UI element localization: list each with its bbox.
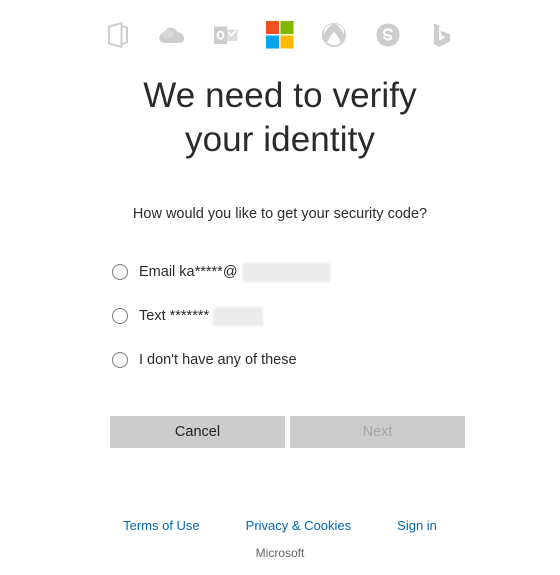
option-label-text: Text ******* [139, 308, 210, 325]
xbox-icon [320, 21, 348, 49]
redacted-phone-number [213, 306, 264, 326]
bing-icon [428, 21, 456, 49]
option-row-none[interactable]: I don't have any of these [112, 338, 472, 382]
action-buttons: Cancel Next [110, 416, 465, 448]
radio-none[interactable] [112, 352, 128, 369]
option-label-email: Email ka*****@ [139, 264, 238, 281]
radio-email[interactable] [112, 264, 128, 281]
next-button[interactable]: Next [290, 416, 465, 448]
page-title: We need to verify your identity [143, 76, 417, 160]
onedrive-icon [158, 21, 186, 49]
office-icon [104, 21, 132, 49]
footer-link-privacy-cookies[interactable]: Privacy & Cookies [246, 518, 351, 533]
footer-link-terms-of-use[interactable]: Terms of Use [123, 518, 200, 533]
sub-prompt: How would you like to get your security … [132, 206, 428, 223]
skype-icon [374, 21, 402, 49]
footer: Terms of Use Privacy & Cookies Sign in M… [0, 518, 560, 560]
footer-brand: Microsoft [255, 546, 305, 560]
footer-links: Terms of Use Privacy & Cookies Sign in [0, 518, 560, 533]
option-label-none: I don't have any of these [139, 352, 297, 369]
microsoft-logo-icon [266, 21, 294, 49]
radio-text[interactable] [112, 308, 128, 325]
product-icon-strip [0, 0, 560, 56]
outlook-icon [212, 21, 240, 49]
redacted-email-domain [241, 262, 330, 282]
security-code-options: Email ka*****@ Text ******* I don't have… [112, 250, 472, 382]
option-row-text[interactable]: Text ******* [112, 294, 472, 338]
cancel-button[interactable]: Cancel [110, 416, 285, 448]
option-row-email[interactable]: Email ka*****@ [112, 250, 472, 294]
footer-link-sign-in[interactable]: Sign in [397, 518, 437, 533]
